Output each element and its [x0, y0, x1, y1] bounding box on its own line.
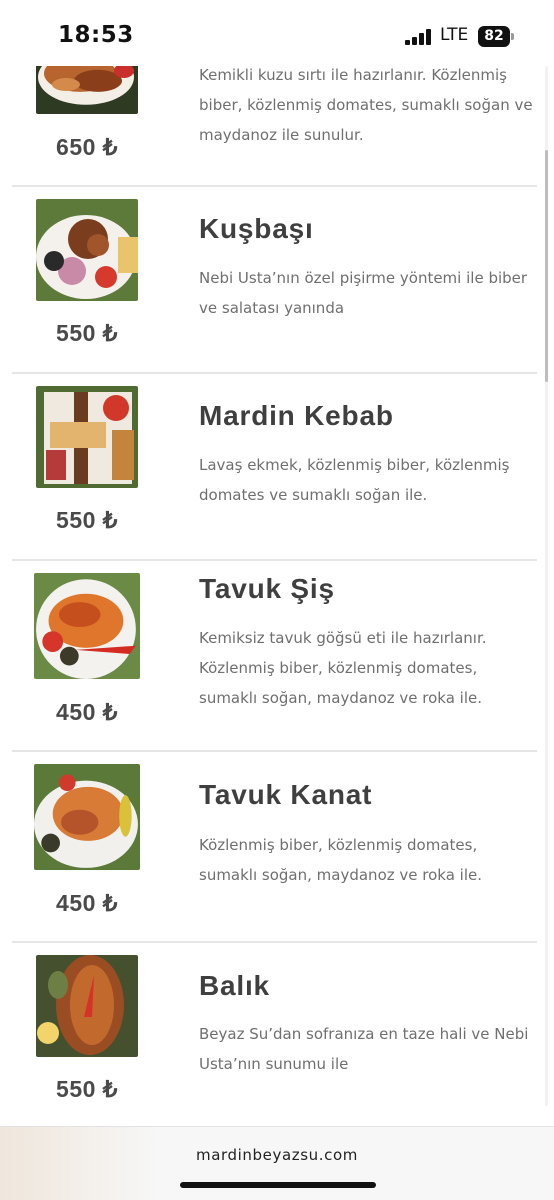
home-indicator[interactable] [180, 1182, 376, 1188]
status-bar: 18:53 LTE 82 [0, 0, 554, 66]
dish-price: 550 ₺ [56, 320, 118, 346]
dish-description: Lavaş ekmek, közlenmiş biber, közlenmiş … [199, 456, 510, 504]
dish-description: Közlenmiş biber, közlenmiş domates, suma… [199, 836, 482, 884]
battery-icon: 82 [478, 26, 514, 47]
kusbasi-photo [36, 199, 138, 301]
dish-description: Beyaz Su’dan sofranıza en taze hali ve N… [199, 1025, 529, 1073]
dish-name: Mardin Kebab [199, 400, 394, 431]
menu-list[interactable]: 650 ₺ Kemikli kuzu sırtı ile hazırlanır.… [0, 0, 554, 1126]
dish-description: Nebi Usta’nın özel pişirme yöntemi ile b… [199, 269, 528, 317]
dish-price: 550 ₺ [56, 507, 118, 533]
scrollbar-thumb[interactable] [545, 150, 548, 382]
tavuk-sis-photo [34, 573, 140, 679]
balik-photo [36, 955, 138, 1057]
mardin-kebab-photo [36, 386, 138, 488]
menu-item[interactable]: Mardin Kebab Lavaş ekmek, közlenmiş bibe… [12, 374, 537, 561]
dish-description: Kemikli kuzu sırtı ile hazırlanır. Közle… [199, 66, 533, 144]
browser-address-bar[interactable]: mardinbeyazsu.com [0, 1126, 554, 1200]
dish-name: Tavuk Şiş [199, 573, 335, 604]
menu-item[interactable]: Kuşbaşı Nebi Usta’nın özel pişirme yönte… [12, 187, 537, 374]
signal-icon [405, 29, 433, 45]
dish-name: Tavuk Kanat [199, 779, 373, 810]
menu-item[interactable]: Tavuk Şiş Kemiksiz tavuk göğsü eti ile h… [12, 561, 537, 752]
url-text[interactable]: mardinbeyazsu.com [0, 1146, 554, 1164]
status-time: 18:53 [58, 22, 134, 48]
dish-name: Balık [199, 970, 270, 1001]
dish-name: Kuşbaşı [199, 213, 314, 244]
dish-price: 550 ₺ [56, 1076, 118, 1102]
dish-price: 650 ₺ [56, 134, 118, 160]
dish-description: Kemiksiz tavuk göğsü eti ile hazırlanır.… [199, 629, 487, 707]
menu-item[interactable]: Tavuk Kanat Közlenmiş biber, közlenmiş d… [12, 752, 537, 943]
network-label: LTE [440, 25, 469, 45]
dish-price: 450 ₺ [56, 890, 118, 916]
dish-price: 450 ₺ [56, 699, 118, 725]
tavuk-kanat-photo [34, 764, 140, 870]
menu-item[interactable]: Balık Beyaz Su’dan sofranıza en taze hal… [12, 943, 537, 1126]
battery-level: 82 [484, 28, 504, 44]
